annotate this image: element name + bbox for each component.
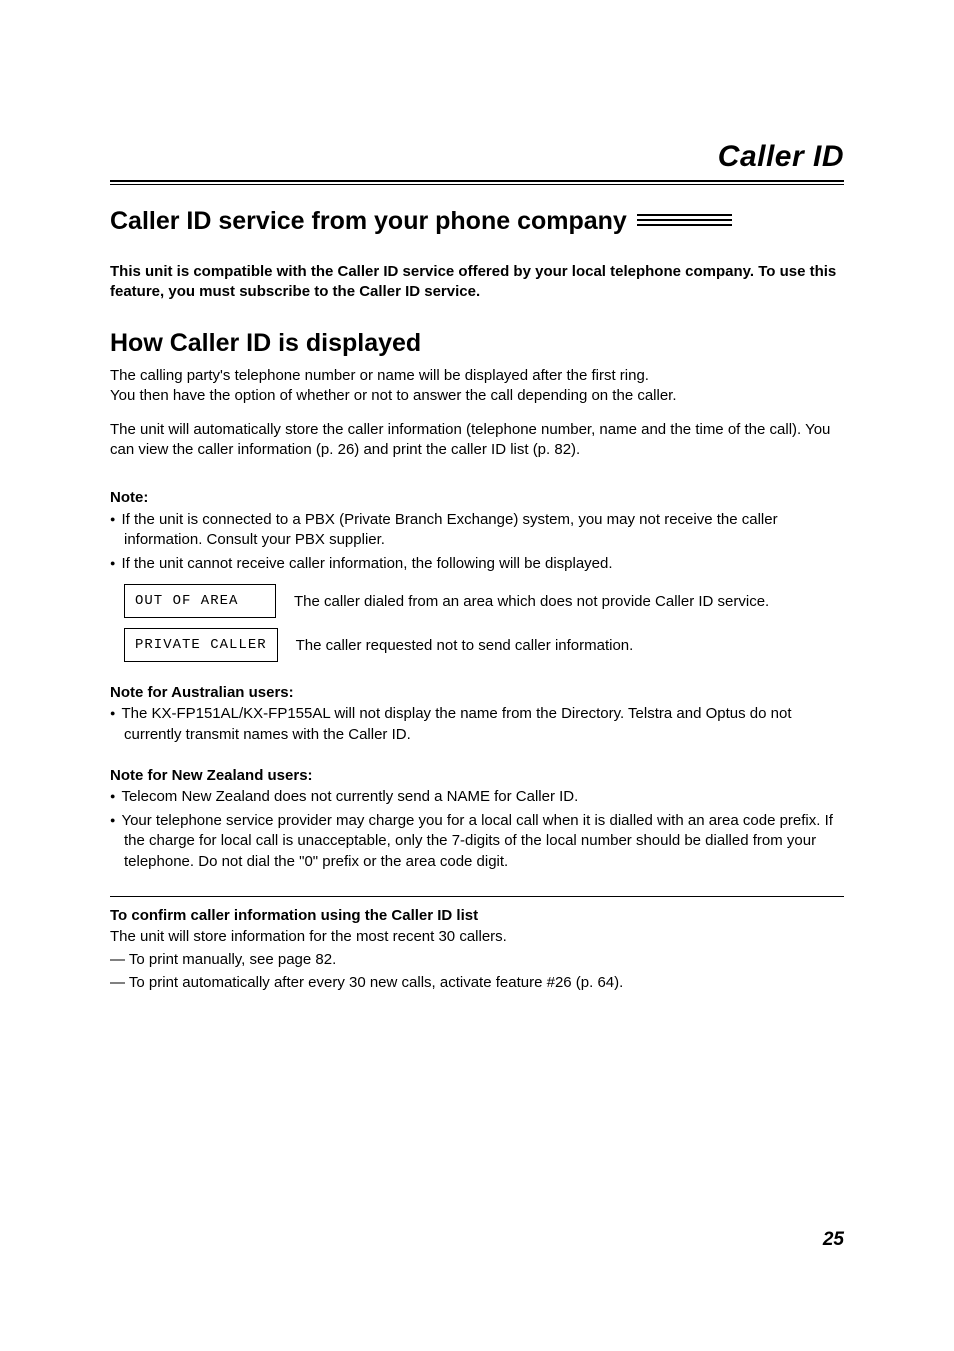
nz-bullet-2: Your telephone service provider may char… [110, 811, 844, 872]
section-decor-icon [637, 214, 732, 229]
section-heading-row: Caller ID service from your phone compan… [110, 207, 844, 236]
section-title: Caller ID service from your phone compan… [110, 207, 627, 236]
page-number: 25 [823, 1229, 844, 1251]
page: Caller ID Caller ID service from your ph… [0, 0, 954, 1351]
paragraph-1b: You then have the option of whether or n… [110, 387, 677, 404]
nz-bullet-1: Telecom New Zealand does not currently s… [110, 787, 844, 807]
chapter-title: Caller ID [110, 140, 844, 174]
confirm-line-1: The unit will store information for the … [110, 927, 844, 947]
intro-paragraph: This unit is compatible with the Caller … [110, 262, 844, 303]
display-row-1: OUT OF AREA The caller dialed from an ar… [124, 584, 844, 618]
note-bullet-2: If the unit cannot receive caller inform… [110, 554, 844, 574]
note-label: Note: [110, 489, 844, 506]
confirm-heading: To confirm caller information using the … [110, 907, 844, 924]
nz-heading: Note for New Zealand users: [110, 767, 844, 784]
display-code-out-of-area: OUT OF AREA [124, 584, 276, 618]
aus-heading: Note for Australian users: [110, 684, 844, 701]
display-code-private-caller: PRIVATE CALLER [124, 628, 278, 662]
confirm-line-3: — To print automatically after every 30 … [110, 973, 844, 993]
chapter-rule-thick [110, 180, 844, 182]
separator-rule [110, 896, 844, 897]
display-desc-1: The caller dialed from an area which doe… [294, 593, 769, 610]
chapter-rule-thin [110, 184, 844, 185]
display-row-2: PRIVATE CALLER The caller requested not … [124, 628, 844, 662]
paragraph-1a: The calling party's telephone number or … [110, 367, 649, 384]
subsection-title: How Caller ID is displayed [110, 329, 844, 358]
paragraph-2: The unit will automatically store the ca… [110, 420, 844, 461]
aus-bullet-1: The KX-FP151AL/KX-FP155AL will not displ… [110, 704, 844, 745]
display-desc-2: The caller requested not to send caller … [296, 637, 634, 654]
note-bullet-1: If the unit is connected to a PBX (Priva… [110, 510, 844, 551]
paragraph-1: The calling party's telephone number or … [110, 366, 844, 407]
confirm-line-2: — To print manually, see page 82. [110, 950, 844, 970]
